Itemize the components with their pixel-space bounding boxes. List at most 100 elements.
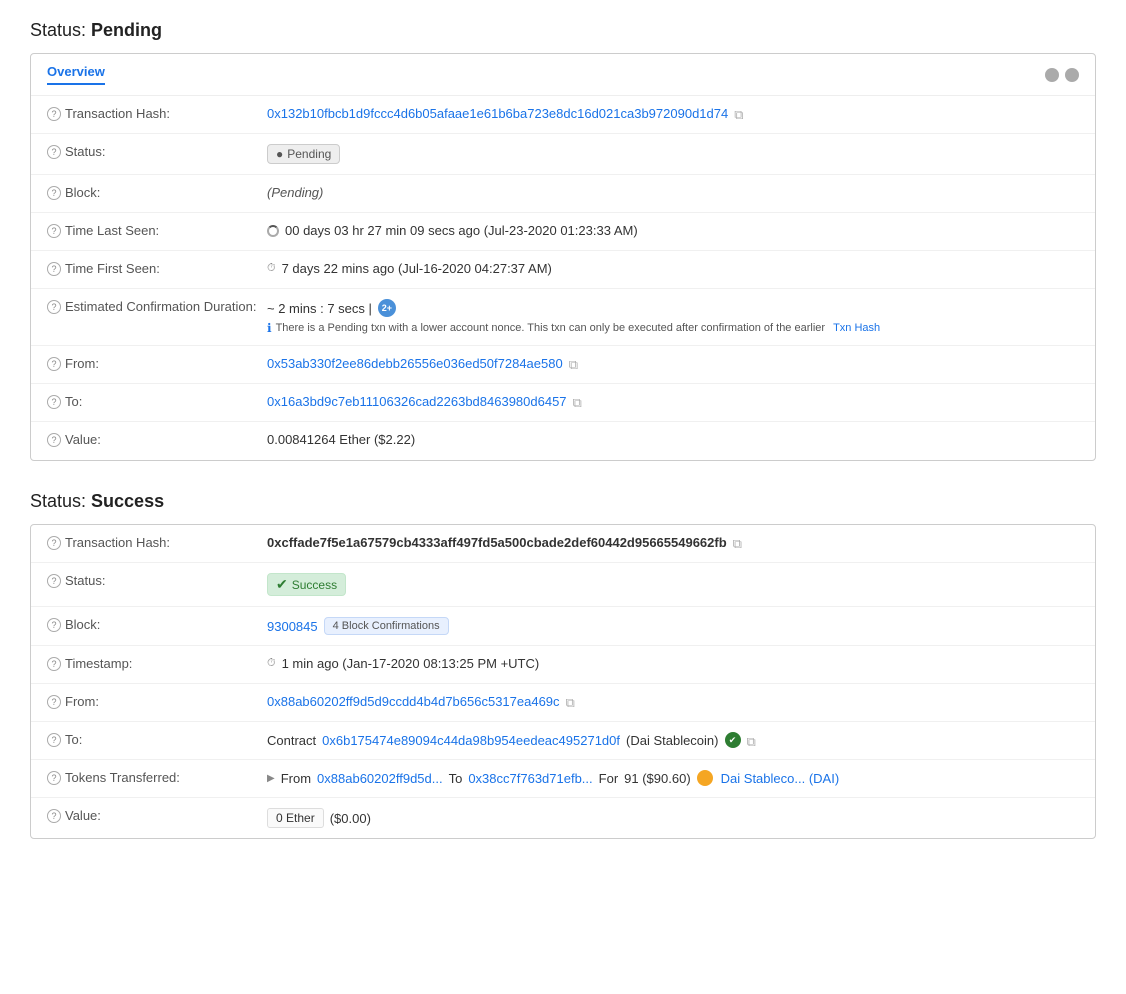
pending-est-confirm-label: ? Estimated Confirmation Duration: (47, 299, 267, 314)
help-icon[interactable]: ? (47, 395, 61, 409)
success-status-value: ✔ Success (267, 573, 1079, 596)
help-icon[interactable]: ? (47, 145, 61, 159)
help-icon[interactable]: ? (47, 695, 61, 709)
card-header: Overview (31, 54, 1095, 96)
success-tokens-label: ? Tokens Transferred: (47, 770, 267, 785)
pending-value-label: ? Value: (47, 432, 267, 447)
contract-prefix: Contract (267, 733, 316, 748)
pending-value-text: 0.00841264 Ether ($2.22) (267, 432, 1079, 447)
pending-est-confirm-value: ~ 2 mins : 7 secs | 2+ ℹ There is a Pend… (267, 299, 1079, 335)
success-to-value: Contract 0x6b175474e89094c44da98b954eede… (267, 732, 1079, 748)
success-tx-hash-value: 0xcffade7f5e1a67579cb4333aff497fd5a500cb… (267, 535, 1079, 550)
token-name-link[interactable]: Dai Stableco... (DAI) (721, 771, 840, 786)
value-usd: ($0.00) (330, 811, 371, 826)
success-timestamp-row: ? Timestamp: ⏱ 1 min ago (Jan-17-2020 08… (31, 646, 1095, 684)
pending-time-first-label: ? Time First Seen: (47, 261, 267, 276)
success-block-row: ? Block: 9300845 4 Block Confirmations (31, 607, 1095, 646)
success-timestamp-value: ⏱ 1 min ago (Jan-17-2020 08:13:25 PM +UT… (267, 656, 1079, 671)
circle-icon-2 (1065, 68, 1079, 82)
help-icon[interactable]: ? (47, 357, 61, 371)
est-confirm-time: ~ 2 mins : 7 secs | (267, 301, 372, 316)
success-value-row: ? Value: 0 Ether ($0.00) (31, 798, 1095, 838)
success-status-label: ? Status: (47, 573, 267, 588)
pending-tx-hash-label: ? Transaction Hash: (47, 106, 267, 121)
tokens-to-prefix: To (449, 771, 463, 786)
info-dot: ℹ (267, 321, 272, 335)
help-icon[interactable]: ? (47, 771, 61, 785)
pending-block-row: ? Block: (Pending) (31, 175, 1095, 213)
pending-section-title: Status: Pending (30, 20, 1096, 41)
success-from-row: ? From: 0x88ab60202ff9d5d9ccdd4b4d7b656c… (31, 684, 1095, 722)
help-icon[interactable]: ? (47, 262, 61, 276)
success-tx-hash-label: ? Transaction Hash: (47, 535, 267, 550)
pending-est-confirm-row: ? Estimated Confirmation Duration: ~ 2 m… (31, 289, 1095, 346)
success-tx-hash-row: ? Transaction Hash: 0xcffade7f5e1a67579c… (31, 525, 1095, 563)
copy-icon[interactable]: ⧉ (734, 107, 747, 120)
pending-tx-hash-link[interactable]: 0x132b10fbcb1d9fccc4d6b05afaae1e61b6ba72… (267, 106, 728, 121)
tokens-amount: 91 ($90.60) (624, 771, 691, 786)
pending-from-value: 0x53ab330f2ee86debb26556e036ed50f7284ae5… (267, 356, 1079, 371)
success-section-title: Status: Success (30, 491, 1096, 512)
help-icon[interactable]: ? (47, 657, 61, 671)
tokens-arrow: ▶ (267, 773, 275, 784)
card-controls (1045, 68, 1079, 82)
est-confirm-main: ~ 2 mins : 7 secs | 2+ (267, 299, 880, 317)
success-block-num[interactable]: 9300845 (267, 619, 318, 634)
success-from-value: 0x88ab60202ff9d5d9ccdd4b4d7b656c5317ea46… (267, 694, 1079, 709)
pending-card: Overview ? Transaction Hash: 0x132b10fbc… (30, 53, 1096, 461)
success-value-label: ? Value: (47, 808, 267, 823)
copy-icon[interactable]: ⧉ (566, 695, 579, 708)
pending-badge: ● Pending (267, 144, 340, 164)
help-icon[interactable]: ? (47, 574, 61, 588)
copy-icon[interactable]: ⧉ (573, 395, 586, 408)
pending-dot: ● (276, 147, 283, 161)
pending-block-text: (Pending) (267, 185, 323, 200)
circle-icon-1 (1045, 68, 1059, 82)
success-tx-hash-text: 0xcffade7f5e1a67579cb4333aff497fd5a500cb… (267, 535, 727, 550)
spinner-icon (267, 225, 279, 237)
est-confirm-sub-text: There is a Pending txn with a lower acco… (276, 322, 826, 334)
copy-icon[interactable]: ⧉ (733, 536, 746, 549)
success-card: ? Transaction Hash: 0xcffade7f5e1a67579c… (30, 524, 1096, 839)
contract-verified-icon: ✔ (725, 732, 741, 748)
value-ether: 0 Ether (276, 811, 315, 825)
clock-icon: ⏱ (267, 657, 276, 670)
pending-from-label: ? From: (47, 356, 267, 371)
help-icon[interactable]: ? (47, 224, 61, 238)
success-from-link[interactable]: 0x88ab60202ff9d5d9ccdd4b4d7b656c5317ea46… (267, 694, 560, 709)
copy-icon[interactable]: ⧉ (747, 734, 760, 747)
success-status-row: ? Status: ✔ Success (31, 563, 1095, 607)
success-timestamp-text: 1 min ago (Jan-17-2020 08:13:25 PM +UTC) (282, 656, 540, 671)
pending-from-link[interactable]: 0x53ab330f2ee86debb26556e036ed50f7284ae5… (267, 356, 563, 371)
pending-time-first-row: ? Time First Seen: ⏱ 7 days 22 mins ago … (31, 251, 1095, 289)
txn-hash-link[interactable]: Txn Hash (833, 322, 880, 334)
help-icon[interactable]: ? (47, 733, 61, 747)
pending-to-link[interactable]: 0x16a3bd9c7eb11106326cad2263bd8463980d64… (267, 394, 567, 409)
pending-status-value: ● Pending (267, 144, 1079, 164)
overview-tab[interactable]: Overview (47, 64, 105, 85)
help-icon[interactable]: ? (47, 107, 61, 121)
pending-from-row: ? From: 0x53ab330f2ee86debb26556e036ed50… (31, 346, 1095, 384)
copy-icon[interactable]: ⧉ (569, 357, 582, 370)
success-badge: ✔ Success (267, 573, 346, 596)
success-to-contract-link[interactable]: 0x6b175474e89094c44da98b954eedeac495271d… (322, 733, 620, 748)
help-icon[interactable]: ? (47, 433, 61, 447)
pending-status-row: ? Status: ● Pending (31, 134, 1095, 175)
help-icon[interactable]: ? (47, 300, 61, 314)
pending-to-value: 0x16a3bd9c7eb11106326cad2263bd8463980d64… (267, 394, 1079, 409)
help-icon[interactable]: ? (47, 809, 61, 823)
help-icon[interactable]: ? (47, 618, 61, 632)
confirmations-badge: 4 Block Confirmations (324, 617, 449, 635)
success-to-row: ? To: Contract 0x6b175474e89094c44da98b9… (31, 722, 1095, 760)
pending-value-amount: 0.00841264 Ether ($2.22) (267, 432, 415, 447)
help-icon[interactable]: ? (47, 536, 61, 550)
tokens-from-link[interactable]: 0x88ab60202ff9d5d... (317, 771, 443, 786)
help-icon[interactable]: ? (47, 186, 61, 200)
tokens-to-link[interactable]: 0x38cc7f763d71efb... (468, 771, 592, 786)
est-confirm-sub: ℹ There is a Pending txn with a lower ac… (267, 321, 880, 335)
success-to-label: ? To: (47, 732, 267, 747)
pending-time-last-label: ? Time Last Seen: (47, 223, 267, 238)
pending-time-last-value: 00 days 03 hr 27 min 09 secs ago (Jul-23… (267, 223, 1079, 238)
pending-tx-hash-row: ? Transaction Hash: 0x132b10fbcb1d9fccc4… (31, 96, 1095, 134)
pending-status-label: ? Status: (47, 144, 267, 159)
